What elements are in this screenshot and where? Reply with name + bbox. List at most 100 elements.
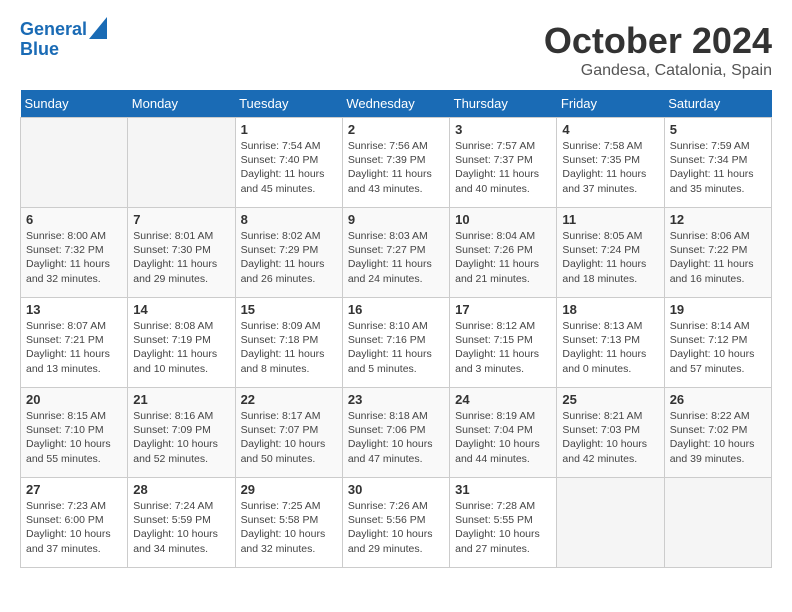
- calendar-cell: 8 Sunrise: 8:02 AM Sunset: 7:29 PM Daylig…: [235, 208, 342, 298]
- calendar-week-row: 20 Sunrise: 8:15 AM Sunset: 7:10 PM Dayli…: [21, 388, 772, 478]
- day-number: 27: [26, 482, 122, 497]
- calendar-cell: 18 Sunrise: 8:13 AM Sunset: 7:13 PM Dayli…: [557, 298, 664, 388]
- day-number: 30: [348, 482, 444, 497]
- weekday-header: Thursday: [450, 90, 557, 118]
- calendar-cell: 31 Sunrise: 7:28 AM Sunset: 5:55 PM Dayli…: [450, 478, 557, 568]
- calendar-cell: 27 Sunrise: 7:23 AM Sunset: 6:00 PM Dayli…: [21, 478, 128, 568]
- day-number: 29: [241, 482, 337, 497]
- weekday-header: Monday: [128, 90, 235, 118]
- day-info: Sunrise: 7:23 AM Sunset: 6:00 PM Dayligh…: [26, 499, 122, 556]
- month-title: October 2024: [544, 20, 772, 62]
- day-number: 31: [455, 482, 551, 497]
- day-number: 23: [348, 392, 444, 407]
- calendar-table: SundayMondayTuesdayWednesdayThursdayFrid…: [20, 90, 772, 568]
- calendar-cell: 29 Sunrise: 7:25 AM Sunset: 5:58 PM Dayli…: [235, 478, 342, 568]
- day-number: 22: [241, 392, 337, 407]
- calendar-cell: 7 Sunrise: 8:01 AM Sunset: 7:30 PM Daylig…: [128, 208, 235, 298]
- calendar-cell: 16 Sunrise: 8:10 AM Sunset: 7:16 PM Dayli…: [342, 298, 449, 388]
- day-info: Sunrise: 8:13 AM Sunset: 7:13 PM Dayligh…: [562, 319, 658, 376]
- day-info: Sunrise: 8:07 AM Sunset: 7:21 PM Dayligh…: [26, 319, 122, 376]
- day-info: Sunrise: 7:25 AM Sunset: 5:58 PM Dayligh…: [241, 499, 337, 556]
- calendar-cell: 10 Sunrise: 8:04 AM Sunset: 7:26 PM Dayli…: [450, 208, 557, 298]
- calendar-week-row: 1Sunrise: 7:54 AM Sunset: 7:40 PM Daylig…: [21, 118, 772, 208]
- calendar-cell: 13 Sunrise: 8:07 AM Sunset: 7:21 PM Dayli…: [21, 298, 128, 388]
- calendar-cell: 12 Sunrise: 8:06 AM Sunset: 7:22 PM Dayli…: [664, 208, 771, 298]
- calendar-cell: [664, 478, 771, 568]
- day-info: Sunrise: 8:14 AM Sunset: 7:12 PM Dayligh…: [670, 319, 766, 376]
- day-info: Sunrise: 8:06 AM Sunset: 7:22 PM Dayligh…: [670, 229, 766, 286]
- day-number: 10: [455, 212, 551, 227]
- day-info: Sunrise: 8:01 AM Sunset: 7:30 PM Dayligh…: [133, 229, 229, 286]
- day-info: Sunrise: 8:19 AM Sunset: 7:04 PM Dayligh…: [455, 409, 551, 466]
- day-number: 18: [562, 302, 658, 317]
- weekday-header: Tuesday: [235, 90, 342, 118]
- day-number: 14: [133, 302, 229, 317]
- day-info: Sunrise: 8:08 AM Sunset: 7:19 PM Dayligh…: [133, 319, 229, 376]
- calendar-cell: 5 Sunrise: 7:59 AM Sunset: 7:34 PM Daylig…: [664, 118, 771, 208]
- day-info: Sunrise: 7:28 AM Sunset: 5:55 PM Dayligh…: [455, 499, 551, 556]
- day-number: 26: [670, 392, 766, 407]
- day-info: Sunrise: 8:10 AM Sunset: 7:16 PM Dayligh…: [348, 319, 444, 376]
- day-info: Sunrise: 8:15 AM Sunset: 7:10 PM Dayligh…: [26, 409, 122, 466]
- calendar-cell: 28 Sunrise: 7:24 AM Sunset: 5:59 PM Dayli…: [128, 478, 235, 568]
- day-info: Sunrise: 7:59 AM Sunset: 7:34 PM Dayligh…: [670, 139, 766, 196]
- calendar-week-row: 6Sunrise: 8:00 AM Sunset: 7:32 PM Daylig…: [21, 208, 772, 298]
- day-number: 17: [455, 302, 551, 317]
- day-info: Sunrise: 8:00 AM Sunset: 7:32 PM Dayligh…: [26, 229, 122, 286]
- day-info: Sunrise: 8:02 AM Sunset: 7:29 PM Dayligh…: [241, 229, 337, 286]
- weekday-header: Saturday: [664, 90, 771, 118]
- calendar-cell: 1Sunrise: 7:54 AM Sunset: 7:40 PM Daylig…: [235, 118, 342, 208]
- day-info: Sunrise: 8:17 AM Sunset: 7:07 PM Dayligh…: [241, 409, 337, 466]
- logo-subtext: Blue: [20, 40, 107, 60]
- day-number: 13: [26, 302, 122, 317]
- day-info: Sunrise: 7:24 AM Sunset: 5:59 PM Dayligh…: [133, 499, 229, 556]
- calendar-cell: 20 Sunrise: 8:15 AM Sunset: 7:10 PM Dayli…: [21, 388, 128, 478]
- weekday-header-row: SundayMondayTuesdayWednesdayThursdayFrid…: [21, 90, 772, 118]
- calendar-cell: 3Sunrise: 7:57 AM Sunset: 7:37 PM Daylig…: [450, 118, 557, 208]
- day-number: 12: [670, 212, 766, 227]
- location-subtitle: Gandesa, Catalonia, Spain: [544, 62, 772, 80]
- calendar-cell: 4Sunrise: 7:58 AM Sunset: 7:35 PM Daylig…: [557, 118, 664, 208]
- calendar-week-row: 13 Sunrise: 8:07 AM Sunset: 7:21 PM Dayli…: [21, 298, 772, 388]
- day-info: Sunrise: 8:18 AM Sunset: 7:06 PM Dayligh…: [348, 409, 444, 466]
- calendar-cell: 30Sunrise: 7:26 AM Sunset: 5:56 PM Dayli…: [342, 478, 449, 568]
- day-number: 21: [133, 392, 229, 407]
- day-number: 11: [562, 212, 658, 227]
- weekday-header: Friday: [557, 90, 664, 118]
- day-info: Sunrise: 8:12 AM Sunset: 7:15 PM Dayligh…: [455, 319, 551, 376]
- day-number: 4: [562, 122, 658, 137]
- day-number: 16: [348, 302, 444, 317]
- logo: General Blue: [20, 20, 107, 60]
- calendar-cell: 25Sunrise: 8:21 AM Sunset: 7:03 PM Dayli…: [557, 388, 664, 478]
- day-number: 1: [241, 122, 337, 137]
- day-info: Sunrise: 7:56 AM Sunset: 7:39 PM Dayligh…: [348, 139, 444, 196]
- calendar-cell: [557, 478, 664, 568]
- day-number: 5: [670, 122, 766, 137]
- calendar-cell: 22 Sunrise: 8:17 AM Sunset: 7:07 PM Dayli…: [235, 388, 342, 478]
- day-number: 3: [455, 122, 551, 137]
- calendar-cell: 21Sunrise: 8:16 AM Sunset: 7:09 PM Dayli…: [128, 388, 235, 478]
- calendar-cell: [128, 118, 235, 208]
- calendar-cell: [21, 118, 128, 208]
- calendar-cell: 14 Sunrise: 8:08 AM Sunset: 7:19 PM Dayli…: [128, 298, 235, 388]
- day-number: 19: [670, 302, 766, 317]
- day-number: 28: [133, 482, 229, 497]
- calendar-cell: 6Sunrise: 8:00 AM Sunset: 7:32 PM Daylig…: [21, 208, 128, 298]
- day-info: Sunrise: 8:21 AM Sunset: 7:03 PM Dayligh…: [562, 409, 658, 466]
- day-info: Sunrise: 8:04 AM Sunset: 7:26 PM Dayligh…: [455, 229, 551, 286]
- page-header: General Blue October 2024 Gandesa, Catal…: [20, 20, 772, 80]
- calendar-week-row: 27 Sunrise: 7:23 AM Sunset: 6:00 PM Dayli…: [21, 478, 772, 568]
- calendar-cell: 24Sunrise: 8:19 AM Sunset: 7:04 PM Dayli…: [450, 388, 557, 478]
- title-area: October 2024 Gandesa, Catalonia, Spain: [544, 20, 772, 80]
- day-number: 2: [348, 122, 444, 137]
- logo-text: General: [20, 20, 87, 40]
- day-number: 20: [26, 392, 122, 407]
- calendar-cell: 26 Sunrise: 8:22 AM Sunset: 7:02 PM Dayli…: [664, 388, 771, 478]
- logo-triangle-icon: [89, 17, 107, 39]
- day-number: 8: [241, 212, 337, 227]
- day-number: 7: [133, 212, 229, 227]
- calendar-cell: 17 Sunrise: 8:12 AM Sunset: 7:15 PM Dayli…: [450, 298, 557, 388]
- calendar-cell: 2 Sunrise: 7:56 AM Sunset: 7:39 PM Daylig…: [342, 118, 449, 208]
- day-info: Sunrise: 8:22 AM Sunset: 7:02 PM Dayligh…: [670, 409, 766, 466]
- day-info: Sunrise: 8:05 AM Sunset: 7:24 PM Dayligh…: [562, 229, 658, 286]
